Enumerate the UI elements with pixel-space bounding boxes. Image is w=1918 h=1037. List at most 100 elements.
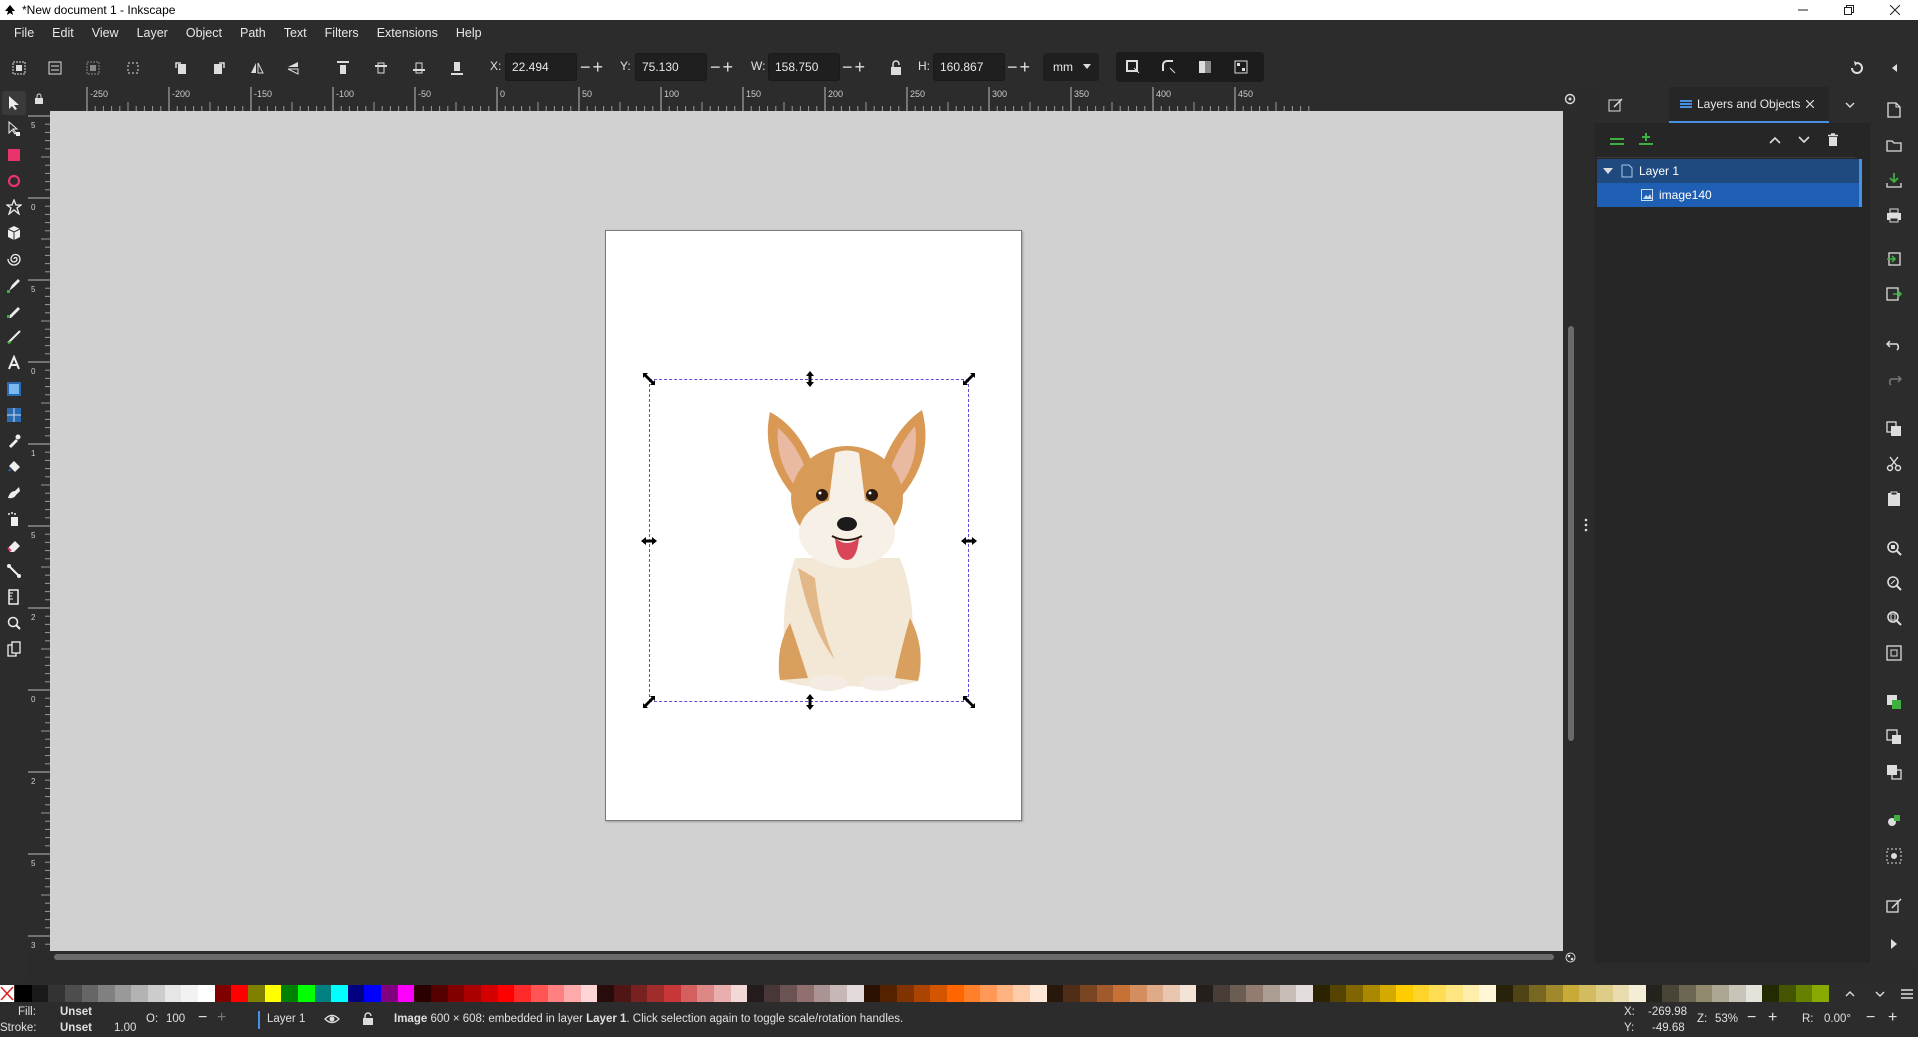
- y-stepper[interactable]: − +: [710, 53, 733, 81]
- color-swatch[interactable]: [164, 985, 182, 1002]
- color-swatch[interactable]: [730, 985, 748, 1002]
- color-swatch[interactable]: [614, 985, 631, 1002]
- color-swatch[interactable]: [896, 985, 914, 1002]
- menu-path[interactable]: Path: [231, 20, 275, 47]
- color-swatch[interactable]: [1462, 985, 1480, 1002]
- scale-handle-top-left-icon[interactable]: [641, 371, 657, 387]
- rotation-value[interactable]: 0.00°: [1824, 1013, 1851, 1025]
- ellipse-tool-icon[interactable]: [2, 169, 26, 193]
- color-swatch[interactable]: [863, 985, 881, 1002]
- selector-tool-icon[interactable]: [2, 91, 26, 115]
- move-down-icon[interactable]: [1793, 129, 1815, 151]
- vertical-scroll-thumb[interactable]: [1568, 326, 1574, 741]
- deselect-icon[interactable]: [80, 55, 106, 81]
- flip-horizontal-icon[interactable]: [244, 55, 270, 81]
- eraser-tool-icon[interactable]: [2, 533, 26, 557]
- color-swatch[interactable]: [880, 985, 897, 1002]
- drawing-canvas[interactable]: [50, 111, 1563, 951]
- color-swatch[interactable]: [1396, 985, 1413, 1002]
- color-swatch[interactable]: [414, 985, 432, 1002]
- h-minus-button[interactable]: −: [1007, 57, 1018, 78]
- color-swatch[interactable]: [31, 985, 49, 1002]
- expand-triangle-icon[interactable]: [1603, 167, 1613, 175]
- color-swatch[interactable]: [847, 985, 864, 1002]
- color-swatch[interactable]: [747, 985, 764, 1002]
- eye-visibility-icon[interactable]: [324, 1012, 340, 1026]
- color-swatch[interactable]: [1329, 985, 1347, 1002]
- color-swatch[interactable]: [1679, 985, 1696, 1002]
- lower-icon[interactable]: [406, 55, 432, 81]
- horizontal-scroll-thumb[interactable]: [54, 954, 1554, 960]
- x-swatch-icon[interactable]: [0, 985, 14, 1002]
- unlink-clone-icon[interactable]: [1882, 760, 1906, 784]
- color-swatch[interactable]: [264, 985, 282, 1002]
- color-swatch[interactable]: [1179, 985, 1197, 1002]
- flip-vertical-icon[interactable]: [280, 55, 306, 81]
- ungroup-icon[interactable]: [1882, 844, 1906, 868]
- fill-and-stroke-tab-icon[interactable]: [1605, 95, 1627, 115]
- color-swatch[interactable]: [1229, 985, 1247, 1002]
- y-minus-button[interactable]: −: [710, 57, 721, 78]
- rotation-minus-button[interactable]: −: [1866, 1009, 1875, 1027]
- minimize-button[interactable]: [1780, 0, 1826, 20]
- node-tool-icon[interactable]: [2, 117, 26, 141]
- color-swatch[interactable]: [1612, 985, 1630, 1002]
- color-swatch[interactable]: [381, 985, 398, 1002]
- color-swatch[interactable]: [1429, 985, 1447, 1002]
- pages-tool-icon[interactable]: [2, 637, 26, 661]
- color-swatch[interactable]: [1795, 985, 1813, 1002]
- color-swatch[interactable]: [81, 985, 99, 1002]
- color-swatch[interactable]: [547, 985, 565, 1002]
- color-swatch[interactable]: [630, 985, 648, 1002]
- color-swatch[interactable]: [813, 985, 831, 1002]
- color-swatch[interactable]: [1745, 985, 1763, 1002]
- color-swatch[interactable]: [281, 985, 298, 1002]
- color-swatch[interactable]: [647, 985, 664, 1002]
- w-stepper[interactable]: − +: [842, 53, 865, 81]
- color-swatch[interactable]: [447, 985, 465, 1002]
- text-tool-icon[interactable]: [2, 351, 26, 375]
- calligraphy-tool-icon[interactable]: [2, 325, 26, 349]
- color-swatch[interactable]: [1479, 985, 1497, 1002]
- canvas-rotation-icon[interactable]: [1563, 87, 1577, 111]
- pencil-tool-icon[interactable]: [2, 299, 26, 323]
- color-swatch[interactable]: [1412, 985, 1430, 1002]
- x-minus-button[interactable]: −: [580, 57, 591, 78]
- new-document-icon[interactable]: [1882, 98, 1906, 122]
- delete-trash-icon[interactable]: [1822, 129, 1844, 151]
- stroke-width-value[interactable]: 1.00: [114, 1022, 136, 1034]
- zoom-plus-button[interactable]: +: [1768, 1009, 1777, 1027]
- snap-toggle-icon[interactable]: [1844, 55, 1870, 81]
- dropper-tool-icon[interactable]: [2, 429, 26, 453]
- h-stepper[interactable]: − +: [1007, 53, 1030, 81]
- lower-to-bottom-icon[interactable]: [444, 55, 470, 81]
- color-swatch[interactable]: [697, 985, 714, 1002]
- stroke-value[interactable]: Unset: [60, 1022, 92, 1034]
- scale-handle-right-icon[interactable]: [961, 533, 977, 549]
- color-swatch[interactable]: [1296, 985, 1313, 1002]
- layer-row-layer-1[interactable]: Layer 1: [1597, 159, 1859, 183]
- rotate-cw-icon[interactable]: [206, 55, 232, 81]
- redo-icon[interactable]: [1882, 368, 1906, 392]
- color-swatch[interactable]: [1446, 985, 1463, 1002]
- x-field[interactable]: 22.494: [505, 53, 577, 81]
- menu-extensions[interactable]: Extensions: [368, 20, 447, 47]
- scale-stroke-icon[interactable]: [1120, 54, 1146, 80]
- color-swatch[interactable]: [431, 985, 448, 1002]
- zoom-minus-button[interactable]: −: [1747, 1009, 1756, 1027]
- color-swatch[interactable]: [497, 985, 515, 1002]
- zoom-value[interactable]: 53%: [1715, 1013, 1738, 1025]
- color-swatch[interactable]: [1379, 985, 1397, 1002]
- current-layer-name[interactable]: Layer 1: [267, 1013, 305, 1025]
- color-swatch[interactable]: [1080, 985, 1097, 1002]
- color-swatch[interactable]: [1113, 985, 1130, 1002]
- color-swatch[interactable]: [1645, 985, 1663, 1002]
- ruler-lock-icon[interactable]: [28, 87, 50, 111]
- menu-file[interactable]: File: [5, 20, 43, 47]
- menu-text[interactable]: Text: [275, 20, 316, 47]
- more-commands-icon[interactable]: [1882, 932, 1906, 956]
- color-swatch[interactable]: [181, 985, 199, 1002]
- color-swatch[interactable]: [1662, 985, 1680, 1002]
- color-swatch[interactable]: [1146, 985, 1164, 1002]
- scale-radii-icon[interactable]: [1156, 54, 1182, 80]
